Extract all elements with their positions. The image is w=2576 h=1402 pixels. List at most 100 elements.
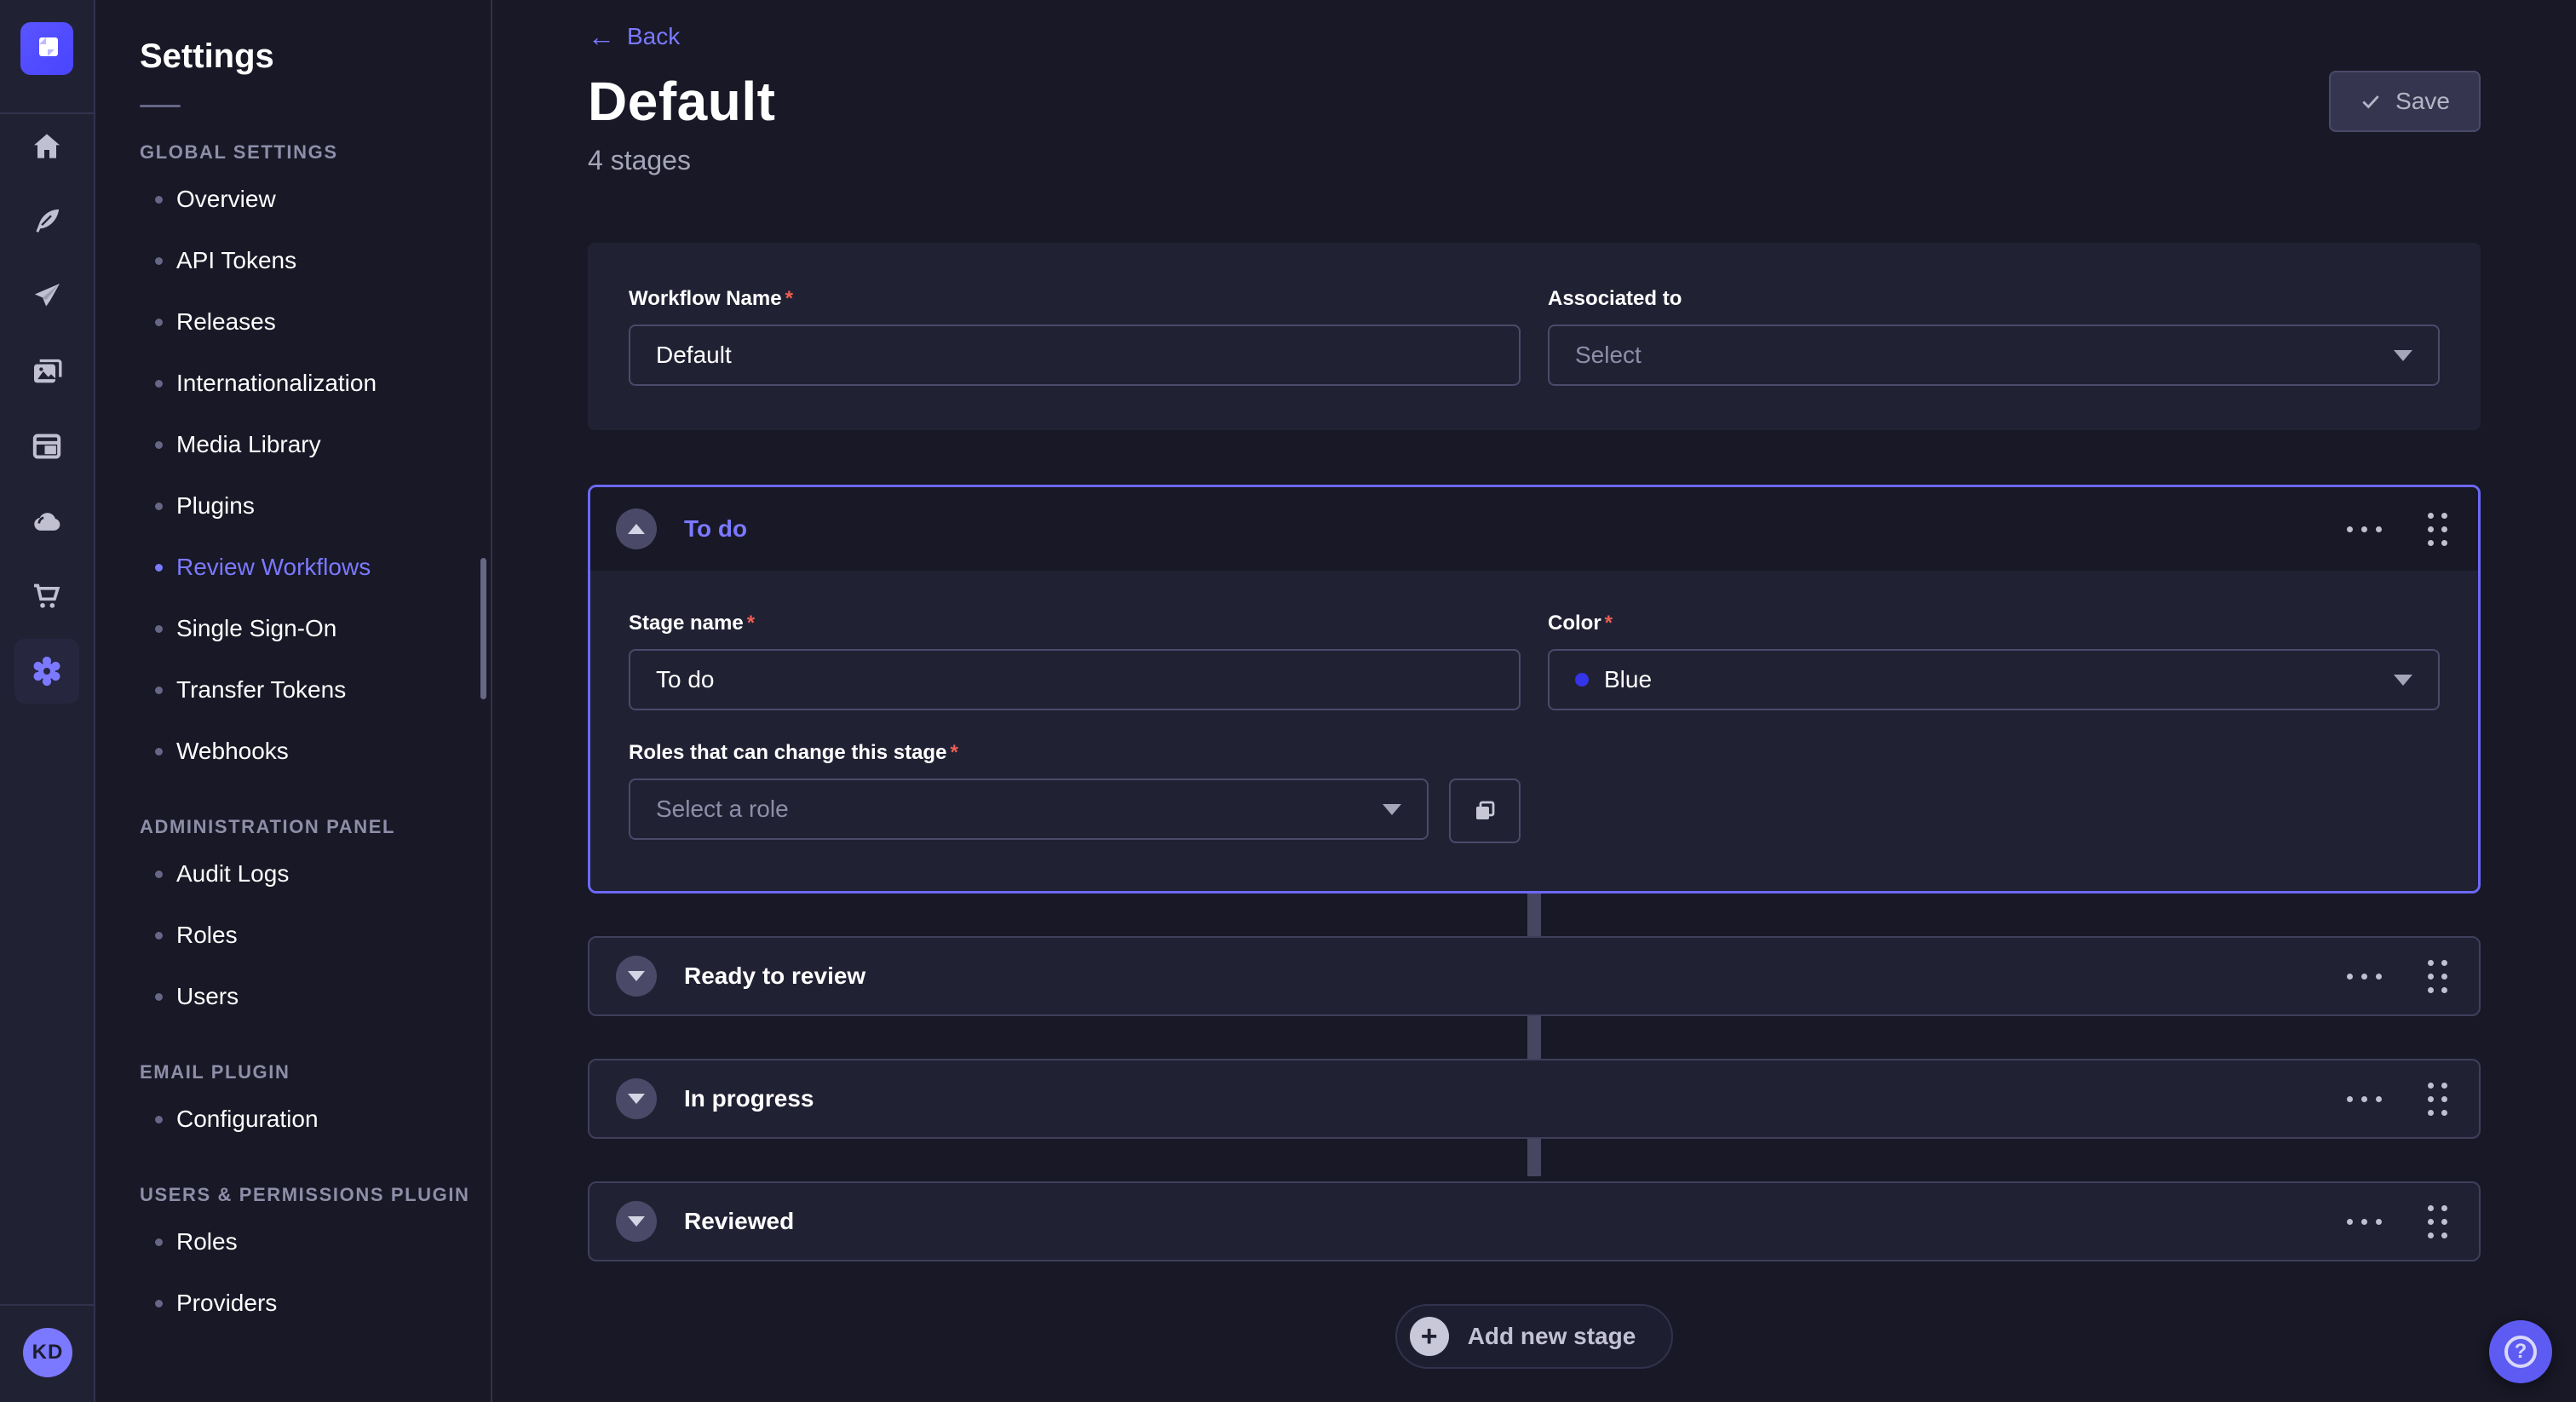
strapi-logo[interactable] [20,22,73,75]
drag-handle-icon [2428,513,2434,519]
save-label: Save [2395,88,2450,115]
dots-menu-icon [2347,526,2353,532]
stage-title: Ready to review [684,962,865,990]
content-manager-nav-button[interactable] [14,189,79,254]
sidebar-item-webhooks[interactable]: Webhooks [140,721,491,782]
drag-handle[interactable] [2423,955,2452,998]
bullet-icon [155,1238,163,1246]
chevron-down-icon [628,971,645,981]
stage-name-label: Stage name* [629,612,1521,635]
stage-row-reviewed: Reviewed [588,1181,2481,1261]
sidebar-item-label: Configuration [176,1106,319,1133]
sidebar-scrollbar-thumb[interactable] [480,558,486,699]
stage-header-to-do: To do [590,487,2478,571]
expand-stage-button[interactable] [616,956,657,997]
sidebar-item-releases[interactable]: Releases [140,291,491,353]
workflow-name-input[interactable] [629,325,1521,386]
gear-icon [30,654,64,688]
marketplace-nav-button[interactable] [14,564,79,629]
sidebar-item-providers[interactable]: Providers [140,1273,491,1334]
rail-footer-divider [0,1304,95,1306]
sidebar-item-single-sign-on[interactable]: Single Sign-On [140,598,491,659]
stage-options-button[interactable] [2343,518,2385,541]
bullet-icon [155,441,163,449]
stage-color-value: Blue [1604,666,2394,693]
copy-icon [1472,798,1498,824]
save-button[interactable]: Save [2329,71,2481,132]
help-button[interactable]: ? [2489,1320,2552,1383]
sidebar-item-admin-roles[interactable]: Roles [140,905,491,966]
sidebar-item-media-library[interactable]: Media Library [140,414,491,475]
bullet-icon [155,871,163,878]
deploy-nav-button[interactable] [14,264,79,329]
stage-options-button[interactable] [2343,1088,2385,1111]
sidebar-item-review-workflows[interactable]: Review Workflows [140,537,491,598]
sidebar-item-users[interactable]: Users [140,966,491,1027]
expand-stage-button[interactable] [616,1201,657,1242]
add-new-stage-label: Add new stage [1468,1323,1636,1350]
sidebar-item-label: Users [176,983,239,1010]
home-nav-button[interactable] [14,114,79,179]
sidebar-item-label: Roles [176,922,238,949]
sidebar-item-api-tokens[interactable]: API Tokens [140,230,491,291]
bullet-icon [155,1300,163,1307]
sidebar-item-overview[interactable]: Overview [140,169,491,230]
user-avatar[interactable]: KD [23,1328,72,1377]
dots-menu-icon [2347,1219,2353,1225]
workflow-form-card: Workflow Name* Associated to Select [588,243,2481,430]
stage-name-field: Stage name* [629,612,1521,710]
question-mark-icon: ? [2504,1336,2537,1368]
bullet-icon [155,1116,163,1123]
required-asterisk: * [785,287,793,311]
bullet-icon [155,196,163,204]
drag-handle[interactable] [2423,508,2452,551]
sidebar-item-configuration[interactable]: Configuration [140,1089,491,1150]
sidebar-item-plugins[interactable]: Plugins [140,475,491,537]
check-icon [2360,90,2382,112]
stage-color-field: Color* Blue [1548,612,2440,710]
stage-options-button[interactable] [2343,965,2385,988]
sidebar-item-label: Internationalization [176,370,377,397]
chevron-up-icon [628,524,645,534]
expand-stage-button[interactable] [616,1078,657,1119]
images-icon [30,354,64,388]
drag-handle[interactable] [2423,1077,2452,1121]
required-asterisk: * [1605,612,1613,635]
drag-handle-icon [2428,960,2434,966]
stage-title: In progress [684,1085,814,1112]
drag-handle[interactable] [2423,1200,2452,1244]
bullet-icon [155,257,163,265]
sidebar-item-up-roles[interactable]: Roles [140,1211,491,1273]
section-header: USERS & PERMISSIONS PLUGIN [140,1184,491,1206]
stage-color-select[interactable]: Blue [1548,649,2440,710]
sidebar-item-internationalization[interactable]: Internationalization [140,353,491,414]
sidebar-item-transfer-tokens[interactable]: Transfer Tokens [140,659,491,721]
sidebar-item-label: Review Workflows [176,554,371,581]
bullet-icon [155,625,163,633]
settings-nav-button[interactable] [14,639,79,704]
associated-to-field: Associated to Select [1548,287,2440,386]
add-new-stage-button[interactable]: + Add new stage [1395,1304,1674,1369]
stage-roles-select[interactable]: Select a role [629,779,1429,840]
content-type-builder-nav-button[interactable] [14,414,79,479]
color-swatch-dot [1575,673,1589,687]
bullet-icon [155,319,163,326]
duplicate-stage-button[interactable] [1449,779,1521,843]
sidebar-item-audit-logs[interactable]: Audit Logs [140,843,491,905]
sidebar-item-label: Webhooks [176,738,289,765]
collapse-stage-button[interactable] [616,509,657,549]
sidebar-item-label: Media Library [176,431,321,458]
cloud-nav-button[interactable] [14,489,79,554]
associated-to-select[interactable]: Select [1548,325,2440,386]
bullet-icon [155,380,163,388]
sidebar-item-label: Roles [176,1228,238,1255]
section-users-permissions-plugin: USERS & PERMISSIONS PLUGIN Roles Provide… [140,1184,491,1334]
back-link[interactable]: ← Back [588,22,680,51]
associated-to-label: Associated to [1548,287,2440,311]
chevron-down-icon [2394,675,2412,686]
media-library-nav-button[interactable] [14,339,79,404]
stage-row-in-progress: In progress [588,1059,2481,1139]
stage-name-input[interactable] [629,649,1521,710]
stage-options-button[interactable] [2343,1210,2385,1233]
sidebar-item-label: Releases [176,308,276,336]
